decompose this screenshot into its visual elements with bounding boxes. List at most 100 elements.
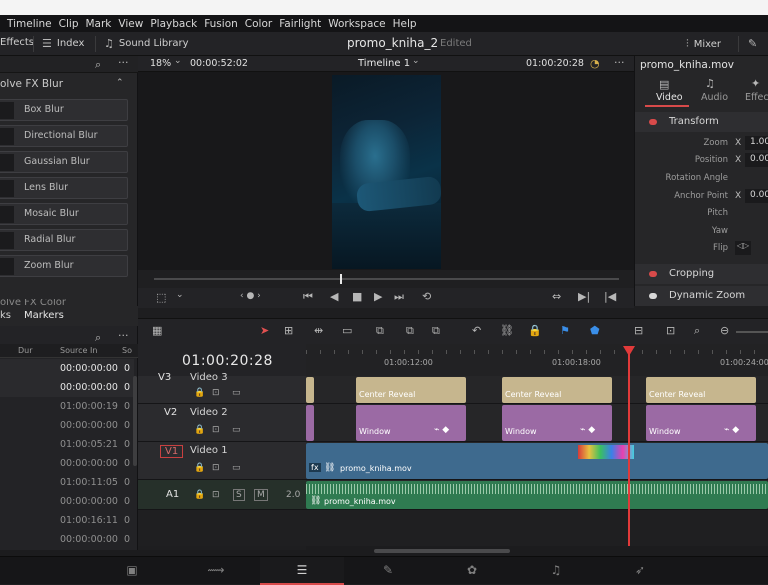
title-clip[interactable]: Center Reveal [646, 377, 756, 403]
track-lane-v2[interactable]: Window ⌁ ◆ Window ⌁ ◆ Window ⌁ ◆ [306, 404, 768, 442]
chevron-down-icon[interactable]: ⌄ [412, 56, 420, 66]
list-item[interactable]: 01:00:05:21 0 [0, 435, 134, 454]
play-icon[interactable]: ▶ [374, 290, 382, 303]
mark-out-icon[interactable]: ▶| [578, 290, 590, 303]
video-clip[interactable]: fx ⛓ promo_kniha.mov [306, 443, 768, 479]
list-item[interactable]: 01:00:11:05 0 [0, 473, 134, 492]
search-icon[interactable]: ⌕ [95, 58, 101, 72]
playhead[interactable] [628, 346, 630, 550]
enable-toggle[interactable] [649, 293, 657, 299]
zoom-full-icon[interactable]: ⊟ [634, 324, 643, 337]
track-header-v1[interactable]: V1 Video 1 🔒 ⊡ ▭ [138, 442, 306, 480]
jog-icon[interactable]: ‹ ● › [240, 291, 261, 301]
col-duration[interactable]: Dur [18, 346, 33, 355]
cropping-section[interactable]: Cropping [635, 264, 768, 284]
deliver-page-icon[interactable]: ➶ [630, 563, 650, 577]
title-clip[interactable]: Center Reveal [502, 377, 612, 403]
loop-icon[interactable]: ⟲ [422, 290, 431, 303]
zoom-level[interactable]: 18% [150, 58, 171, 69]
auto-select-icon[interactable]: ⊡ [212, 425, 220, 435]
tab-video[interactable]: Video [656, 92, 683, 103]
zoom-x-field[interactable]: 1.00 [745, 136, 768, 150]
audio-clip[interactable]: ⛓ promo_kniha.mov [306, 481, 768, 509]
track-lane-v1[interactable]: fx ⛓ promo_kniha.mov [306, 442, 768, 480]
insert-clip-icon[interactable]: ⧉ [376, 324, 384, 338]
blade-tool-icon[interactable]: ▭ [342, 324, 352, 337]
menu-timeline[interactable]: Timeline [7, 18, 52, 30]
auto-select-icon[interactable]: ⊡ [212, 490, 220, 500]
edit-page-icon[interactable]: ☰ [292, 563, 312, 577]
zoom-custom-icon[interactable]: ⌕ [694, 324, 700, 338]
list-item[interactable]: 00:00:00:00 0 [0, 416, 134, 435]
search-icon[interactable]: ⌕ [95, 331, 101, 345]
transform-section[interactable]: Transform [635, 112, 768, 132]
stop-icon[interactable]: ■ [352, 290, 362, 303]
fx-item-mosaic-blur[interactable]: Mosaic Blur [0, 203, 128, 225]
window-clip[interactable]: Window ⌁ ◆ [646, 405, 756, 441]
track-header-v3[interactable]: V3 Video 3 🔒 ⊡ ▭ [138, 372, 306, 404]
dynamic-trim-icon[interactable]: ⇹ [314, 324, 323, 337]
chevron-down-icon[interactable]: ⌄ [176, 290, 184, 300]
tab-markers[interactable]: Markers [24, 310, 64, 321]
tab-clips[interactable]: ks [0, 310, 11, 321]
media-page-icon[interactable]: ▣ [122, 563, 142, 577]
zoom-detail-icon[interactable]: ⊡ [666, 324, 675, 337]
go-to-start-icon[interactable]: ⏮ [303, 290, 313, 304]
menu-workspace[interactable]: Workspace [328, 18, 385, 30]
menu-color[interactable]: Color [245, 18, 272, 30]
lock-icon[interactable]: 🔒 [194, 463, 205, 473]
crop-icon[interactable]: ⬚ [156, 291, 166, 304]
tab-effects[interactable]: Effects [745, 92, 768, 103]
track-header-v2[interactable]: V2 Video 2 🔒 ⊡ ▭ [138, 404, 306, 442]
list-scrollbar[interactable] [133, 376, 137, 466]
menu-fairlight[interactable]: Fairlight [279, 18, 321, 30]
flag-icon[interactable]: ⚑ [560, 324, 570, 337]
menu-mark[interactable]: Mark [86, 18, 112, 30]
play-reverse-icon[interactable]: ◀ [330, 290, 338, 303]
enable-toggle[interactable] [649, 119, 657, 125]
selection-tool-icon[interactable]: ➤ [260, 324, 269, 337]
color-icon[interactable]: ◔ [590, 57, 600, 70]
overwrite-clip-icon[interactable]: ⧉ [406, 324, 414, 338]
auto-select-icon[interactable]: ⊡ [212, 463, 220, 473]
fx-item-gaussian-blur[interactable]: Gaussian Blur [0, 151, 128, 173]
solo-button[interactable]: S [233, 489, 245, 501]
list-item[interactable]: 01:00:00:19 0 [0, 397, 134, 416]
position-x-field[interactable]: 0.00 [745, 153, 768, 167]
anchor-x-field[interactable]: 0.00 [745, 189, 768, 203]
lock-icon[interactable]: 🔒 [194, 425, 205, 435]
tab-audio[interactable]: Audio [701, 92, 728, 103]
menu-fusion[interactable]: Fusion [204, 18, 238, 30]
scrollbar-thumb[interactable] [374, 549, 510, 553]
mark-in-icon[interactable]: |◀ [604, 290, 616, 303]
more-options-icon[interactable]: ··· [118, 56, 129, 69]
fx-item-lens-blur[interactable]: Lens Blur [0, 177, 128, 199]
chevron-down-icon[interactable]: ⌄ [174, 56, 182, 66]
dynamic-zoom-section[interactable]: Dynamic Zoom [635, 286, 768, 306]
lock-icon[interactable]: 🔒 [528, 324, 542, 337]
track-visibility-icon[interactable]: ▭ [232, 463, 241, 473]
lock-icon[interactable]: 🔒 [194, 388, 205, 398]
metadata-button[interactable]: ✎ [748, 37, 757, 50]
snapping-icon[interactable]: ↶ [472, 324, 481, 337]
list-item[interactable]: 00:00:00:00 0 [0, 378, 134, 397]
go-to-end-icon[interactable]: ⏭ [394, 290, 404, 304]
effects-button[interactable]: Effects [0, 37, 34, 48]
scrub-playhead[interactable] [340, 274, 342, 284]
list-item[interactable]: 00:00:00:00 0 [0, 454, 134, 473]
menu-clip[interactable]: Clip [59, 18, 79, 30]
track-visibility-icon[interactable]: ▭ [232, 425, 241, 435]
mute-button[interactable]: M [254, 489, 268, 501]
fairlight-page-icon[interactable]: ♫ [546, 563, 566, 577]
chevron-up-icon[interactable]: ⌃ [116, 78, 124, 88]
window-clip[interactable]: Window ⌁ ◆ [356, 405, 466, 441]
cut-page-icon[interactable]: ⟿ [206, 563, 226, 577]
title-clip[interactable] [306, 377, 314, 403]
menu-help[interactable]: Help [393, 18, 417, 30]
timeline-empty-area[interactable] [138, 510, 768, 546]
track-destination-v1[interactable]: V1 [160, 445, 184, 458]
replace-clip-icon[interactable]: ⧉ [432, 324, 440, 338]
list-item[interactable]: 00:00:00:00 0 [0, 530, 134, 549]
fx-item-box-blur[interactable]: Box Blur [0, 99, 128, 121]
more-options-icon[interactable]: ··· [118, 329, 129, 342]
